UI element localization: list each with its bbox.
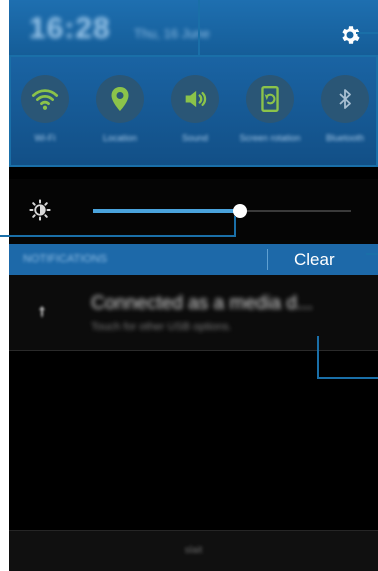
callout-line-brightness-v	[234, 216, 236, 237]
header-divider	[267, 249, 268, 270]
callout-line-clear	[366, 253, 378, 255]
notifications-header: NOTIFICATIONS Clear	[9, 244, 378, 275]
notification-subtitle: Touch for other USB options.	[91, 321, 232, 333]
clear-button[interactable]: Clear	[294, 250, 335, 270]
brightness-slider[interactable]	[93, 204, 351, 218]
callout-line-quick-settings	[198, 0, 200, 56]
brightness-slider-fill	[93, 209, 241, 213]
notifications-title: NOTIFICATIONS	[23, 253, 108, 265]
usb-icon	[39, 306, 45, 318]
callout-line-brightness-h	[0, 235, 236, 237]
callout-quick-settings-box	[9, 55, 378, 167]
clock-time: 16:28	[29, 12, 111, 45]
status-bar: 16:28 Thu, 16 June	[9, 0, 378, 55]
callout-line-notification-h	[317, 377, 378, 379]
bottom-bar: slait	[9, 530, 378, 571]
gear-icon[interactable]	[338, 23, 362, 47]
carrier-label: slait	[184, 545, 203, 556]
notification-title: Connected as a media d...	[91, 293, 313, 314]
notification-item[interactable]: Connected as a media d... Touch for othe…	[9, 275, 378, 351]
callout-line-settings	[356, 32, 378, 34]
callout-line-notification-v	[317, 336, 319, 378]
brightness-sun-icon	[29, 199, 51, 221]
